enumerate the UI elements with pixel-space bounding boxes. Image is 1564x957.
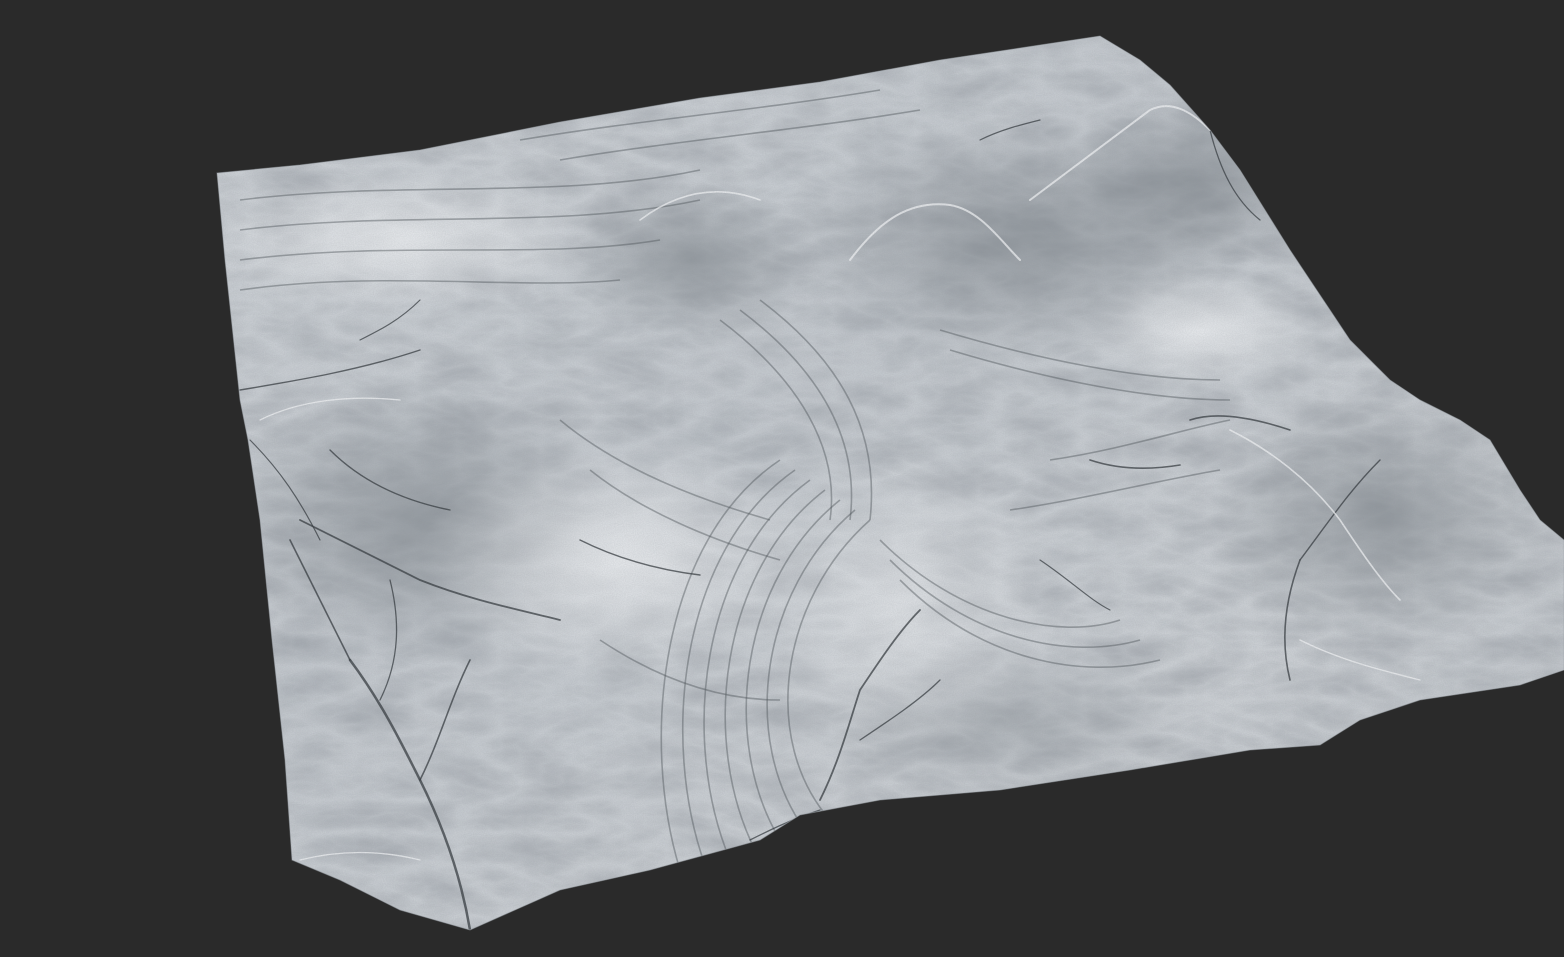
3d-viewport[interactable] xyxy=(0,0,1564,957)
terrain-mesh xyxy=(217,36,1564,930)
terrain-render xyxy=(216,35,1564,931)
